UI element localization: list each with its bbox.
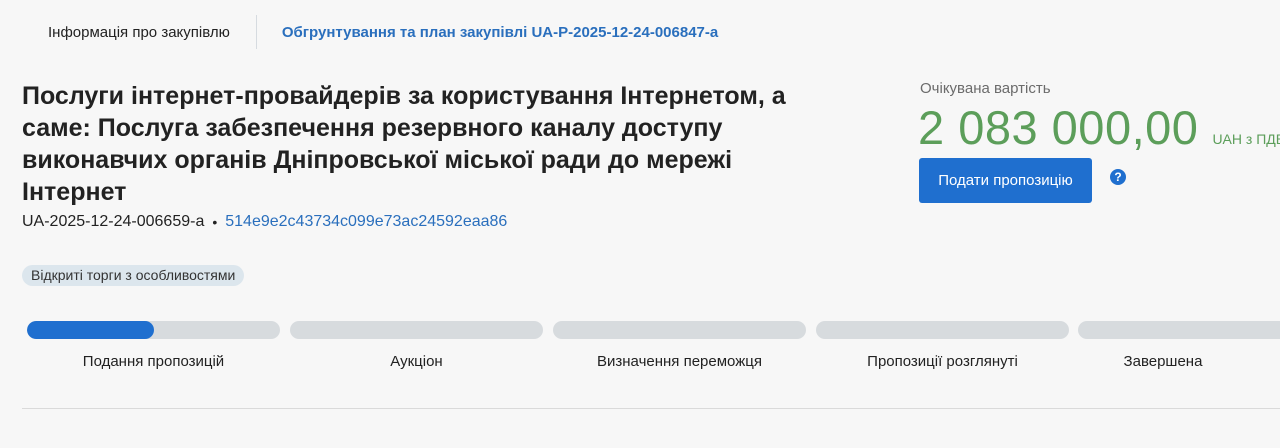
tender-title: Послуги інтернет-провайдерів за користув… <box>22 82 786 206</box>
tender-hash-link[interactable]: 514e9e2c43734c099e73ac24592eaa86 <box>225 213 507 231</box>
tender-id: UA-2025-12-24-006659-a <box>22 213 205 230</box>
separator-dot: • <box>212 214 218 230</box>
expected-value-label: Очікувана вартість <box>920 80 1051 97</box>
question-circle-icon[interactable]: ? <box>1110 169 1126 185</box>
procedure-type-badge: Відкриті торги з особливостями <box>22 265 245 286</box>
tab-procurement-info[interactable]: Інформація про закупівлю <box>22 15 257 49</box>
tender-identifiers: UA-2025-12-24-006659-a • 514e9e2c43734c0… <box>22 213 507 231</box>
tabs-bar: Інформація про закупівлю Обгрунтування т… <box>22 15 718 49</box>
stage-label-submission: Подання пропозицій <box>82 353 225 370</box>
stage-0-fill <box>27 321 154 339</box>
price-amount: 2 083 000,00 <box>918 101 1199 154</box>
stage-2-track <box>553 321 806 339</box>
stage-label-auction: Аукціон <box>390 353 443 370</box>
expected-value: 2 083 000,00 UAH з ПДВ <box>918 100 1280 155</box>
stage-4-track <box>1078 321 1280 339</box>
stage-label-completed: Завершена <box>1123 353 1203 370</box>
stage-label-reviewed: Пропозиції розглянуті <box>867 353 1018 370</box>
stage-1-track <box>290 321 543 339</box>
stage-label-winner: Визначення переможця <box>597 353 762 370</box>
tab-plan-justification[interactable]: Обгрунтування та план закупівлі UA-P-202… <box>257 15 718 49</box>
submit-proposal-button[interactable]: Подати пропозицію <box>919 158 1092 203</box>
stage-0-track <box>27 321 280 339</box>
stage-3-track <box>816 321 1069 339</box>
section-divider <box>22 408 1280 409</box>
price-currency: UAH з ПДВ <box>1212 131 1280 147</box>
